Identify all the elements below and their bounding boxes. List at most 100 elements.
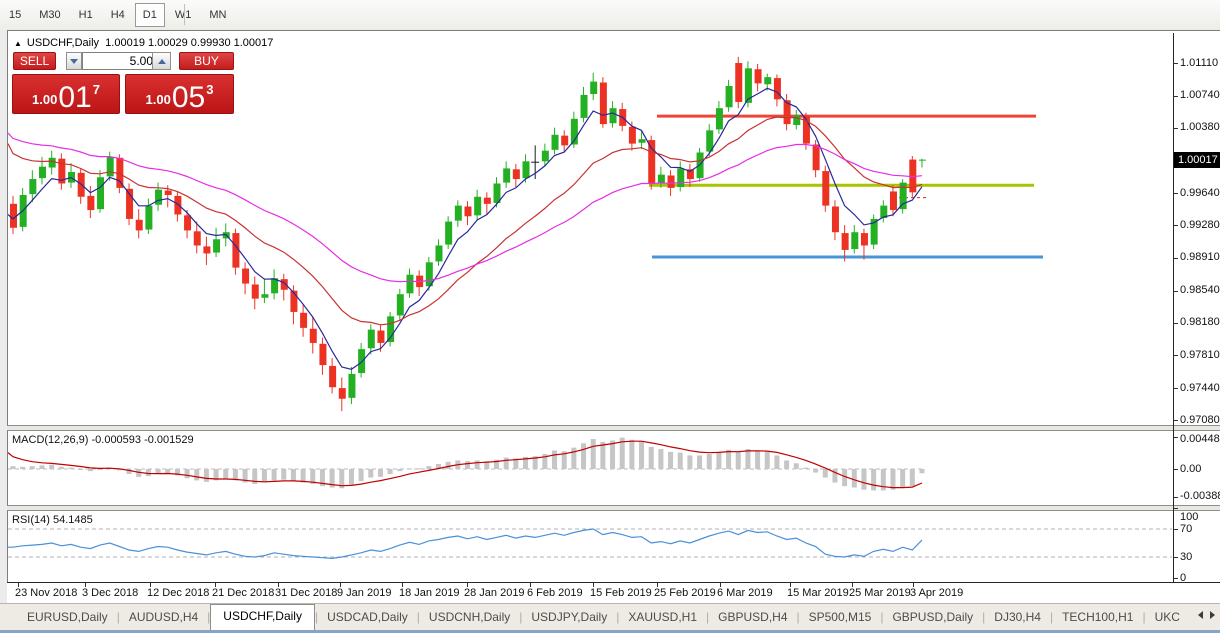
price-axis-tick xyxy=(1174,323,1178,324)
one-click-trading-panel: SELL BUY 1.00 01 7 1.00 05 3 xyxy=(12,50,234,112)
volume-decrease-button[interactable] xyxy=(66,52,82,70)
price-axis-label: 0.99640 xyxy=(1180,187,1220,199)
rsi-axis-label: 100 xyxy=(1180,511,1198,523)
price-axis-tick xyxy=(1174,258,1178,259)
chart-tab-gbpusd-daily[interactable]: GBPUSD,Daily xyxy=(883,605,982,630)
timeframe-D1[interactable]: D1 xyxy=(135,3,165,27)
rsi-axis-tick xyxy=(1174,578,1178,579)
rsi-axis-label: 70 xyxy=(1180,523,1192,535)
buy-price-sup: 3 xyxy=(206,82,213,97)
buy-price-base: 1.00 xyxy=(146,92,171,107)
date-axis-label: 9 Jan 2019 xyxy=(337,587,391,599)
price-axis-label: 0.97440 xyxy=(1180,382,1220,394)
current-price-box: 1.00017 xyxy=(1174,152,1220,168)
chart-tab-eurusd-daily[interactable]: EURUSD,Daily xyxy=(18,605,117,630)
chart-tab-ukc[interactable]: UKC xyxy=(1146,605,1189,630)
macd-axis-label: -0.003883 xyxy=(1180,490,1220,502)
sell-price-big: 01 xyxy=(58,84,91,111)
price-axis-label: 1.01110 xyxy=(1180,57,1218,69)
date-axis[interactable]: 23 Nov 2018 3 Dec 2018 12 Dec 201821 Dec 2… xyxy=(7,582,1220,604)
date-axis-label: 15 Mar 2019 xyxy=(787,587,849,599)
chart-tab-xauusd-h1[interactable]: XAUUSD,H1 xyxy=(619,605,706,630)
price-axis-tick xyxy=(1174,63,1178,64)
price-axis-label: 0.98180 xyxy=(1180,316,1220,328)
rsi-axis-label: 0 xyxy=(1180,572,1186,584)
price-axis-label: 0.99280 xyxy=(1180,219,1220,231)
date-axis-label: 3 Dec 2018 xyxy=(82,587,138,599)
date-axis-label: 31 Dec 2018 xyxy=(275,587,337,599)
date-axis-label: 25 Mar 2019 xyxy=(849,587,911,599)
timeframe-15[interactable]: 15 xyxy=(1,3,29,27)
toolbar-separator xyxy=(184,4,185,25)
mt4-terminal: 15M30H1H4D1W1MN ▲USDCHF,Daily 1.00019 1.… xyxy=(0,0,1220,633)
price-axis-label: 1.00380 xyxy=(1180,121,1220,133)
price-axis-tick xyxy=(1174,355,1178,356)
price-axis-tick xyxy=(1174,225,1178,226)
macd-axis-label: 0.00 xyxy=(1180,463,1201,475)
chart-tab-dj30-h4[interactable]: DJ30,H4 xyxy=(985,605,1050,630)
rsi-canvas[interactable] xyxy=(7,511,1173,581)
macd-axis-tick xyxy=(1174,469,1178,470)
rsi-label: RSI(14) 54.1485 xyxy=(12,514,93,526)
timeframe-MN[interactable]: MN xyxy=(201,3,234,27)
timeframe-H1[interactable]: H1 xyxy=(71,3,101,27)
rsi-axis-tick xyxy=(1174,508,1178,509)
buy-price-big: 05 xyxy=(172,84,205,111)
macd-axis-label: 0.004487 xyxy=(1180,433,1220,445)
chart-tab-sp500-m15[interactable]: SP500,M15 xyxy=(800,605,881,630)
price-axis-tick xyxy=(1174,291,1178,292)
volume-input[interactable] xyxy=(82,52,158,70)
rsi-axis-label: 30 xyxy=(1180,551,1192,563)
price-axis-tick xyxy=(1174,193,1178,194)
date-axis-label: 15 Feb 2019 xyxy=(590,587,652,599)
timeframe-toolbar: 15M30H1H4D1W1MN xyxy=(0,0,1220,31)
sell-button[interactable]: SELL xyxy=(13,52,56,70)
date-axis-label: 28 Jan 2019 xyxy=(464,587,525,599)
chart-tab-usdcad-daily[interactable]: USDCAD,Daily xyxy=(318,605,417,630)
chart-quote-line: ▲USDCHF,Daily 1.00019 1.00029 0.99930 1.… xyxy=(14,37,273,49)
sell-price-panel[interactable]: 1.00 01 7 xyxy=(12,74,120,114)
date-axis-label: 3 Apr 2019 xyxy=(910,587,963,599)
tab-scroll-right-icon[interactable] xyxy=(1210,611,1215,619)
date-axis-label: 12 Dec 2018 xyxy=(147,587,209,599)
sell-price-base: 1.00 xyxy=(32,92,57,107)
chart-tab-gbpusd-h4[interactable]: GBPUSD,H4 xyxy=(709,605,796,630)
chart-tab-bar: EURUSD,Daily|AUDUSD,H4|USDCHF,Daily|USDC… xyxy=(0,603,1220,630)
chart-tab-usdjpy-daily[interactable]: USDJPY,Daily xyxy=(522,605,616,630)
volume-increase-button[interactable] xyxy=(152,52,171,70)
buy-button[interactable]: BUY xyxy=(179,52,234,70)
timeframe-M30[interactable]: M30 xyxy=(31,3,68,27)
price-axis-label: 0.98540 xyxy=(1180,284,1220,296)
price-axis-border xyxy=(1173,33,1174,582)
collapse-pane-icon[interactable]: ▲ xyxy=(14,39,22,48)
price-axis-tick xyxy=(1174,128,1178,129)
tab-scroll-left-icon[interactable] xyxy=(1198,611,1203,619)
macd-label: MACD(12,26,9) -0.000593 -0.001529 xyxy=(12,434,194,446)
price-axis-label: 1.00740 xyxy=(1180,89,1220,101)
date-axis-label: 23 Nov 2018 xyxy=(15,587,77,599)
rsi-axis-tick xyxy=(1174,557,1178,558)
price-axis-tick xyxy=(1174,96,1178,97)
tab-scroll-arrows xyxy=(1198,611,1215,619)
macd-axis-tick xyxy=(1174,497,1178,498)
chart-tab-tech100-h1[interactable]: TECH100,H1 xyxy=(1053,605,1142,630)
price-axis-label: 0.98910 xyxy=(1180,251,1220,263)
timeframe-H4[interactable]: H4 xyxy=(103,3,133,27)
chart-tab-usdcnh-daily[interactable]: USDCNH,Daily xyxy=(420,605,519,630)
date-axis-label: 21 Dec 2018 xyxy=(212,587,274,599)
chart-tab-audusd-h4[interactable]: AUDUSD,H4 xyxy=(120,605,207,630)
date-axis-label: 6 Feb 2019 xyxy=(527,587,583,599)
spin-down-icon xyxy=(70,59,78,64)
date-axis-label: 18 Jan 2019 xyxy=(399,587,460,599)
price-axis-label: 0.97810 xyxy=(1180,349,1220,361)
date-axis-label: 25 Feb 2019 xyxy=(654,587,716,599)
price-axis-tick xyxy=(1174,420,1178,421)
symbol-title: USDCHF,Daily xyxy=(27,37,99,49)
price-axis-label: 0.97080 xyxy=(1180,414,1220,426)
price-axis-tick xyxy=(1174,388,1178,389)
chart-tab-usdchf-daily[interactable]: USDCHF,Daily xyxy=(210,604,315,630)
buy-price-panel[interactable]: 1.00 05 3 xyxy=(125,74,234,114)
rsi-axis-tick xyxy=(1174,529,1178,530)
date-axis-label: 6 Mar 2019 xyxy=(717,587,773,599)
spin-up-icon xyxy=(158,59,166,64)
